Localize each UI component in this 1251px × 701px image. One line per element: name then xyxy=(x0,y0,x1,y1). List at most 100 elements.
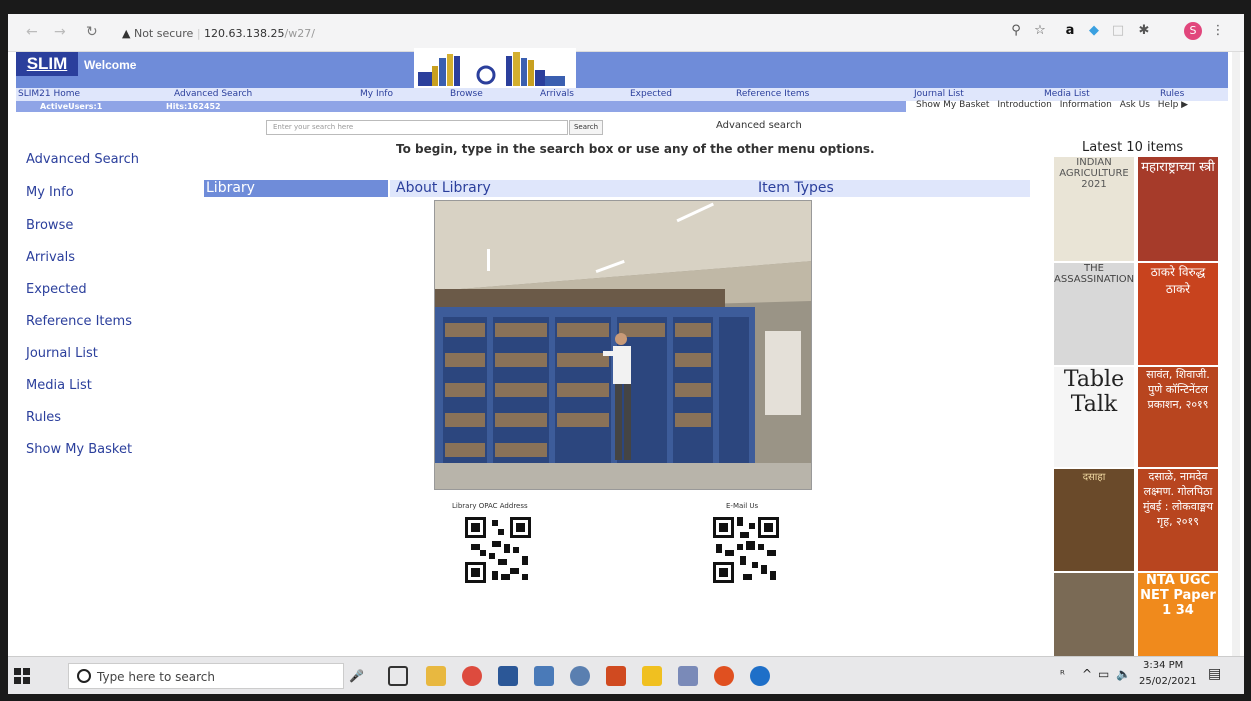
search-button[interactable]: Search xyxy=(569,120,603,135)
book-cover-6[interactable]: दसाहा xyxy=(1054,469,1134,571)
tab-library[interactable]: Library xyxy=(204,180,388,197)
windows-start-icon[interactable] xyxy=(12,666,32,686)
right-links: Show My Basket Introduction Information … xyxy=(916,100,1193,110)
clock-date[interactable]: 25/02/2021 xyxy=(1139,676,1197,687)
star-icon[interactable]: ☆ xyxy=(1032,23,1048,39)
top-menu-item[interactable]: SLIM21 Home xyxy=(18,88,80,101)
slim-header: SLIM Welcome xyxy=(16,48,1228,88)
latest-items-grid: INDIAN AGRICULTURE 2021 महाराष्ट्राच्या … xyxy=(1054,157,1218,657)
extension-shield-icon[interactable]: ◆ xyxy=(1086,23,1102,39)
link-information[interactable]: Information xyxy=(1060,100,1112,110)
left-menu-media-list[interactable]: Media List xyxy=(26,378,92,393)
book-cover-0[interactable]: INDIAN AGRICULTURE 2021 xyxy=(1054,157,1134,261)
extension-page-icon[interactable]: □ xyxy=(1110,23,1126,39)
email-qr-code[interactable] xyxy=(710,514,782,586)
browser-toolbar: ← → ↻ ▲ Not secure | 120.63.138.25/w27/ … xyxy=(8,14,1244,52)
left-menu-my-info[interactable]: My Info xyxy=(26,185,74,200)
sticky-notes-icon[interactable] xyxy=(642,666,662,686)
app-icon[interactable] xyxy=(678,666,698,686)
top-menu-item[interactable]: Expected xyxy=(630,88,672,101)
search-input[interactable]: Enter your search here xyxy=(266,120,568,135)
microphone-icon[interactable]: 🎤 xyxy=(349,669,364,683)
book-cover-8[interactable] xyxy=(1054,573,1134,657)
top-menu-item[interactable]: Browse xyxy=(450,88,483,101)
opac-qr-label: Library OPAC Address xyxy=(452,502,528,510)
book-cover-text: दसाहा xyxy=(1082,472,1106,483)
app-icon[interactable] xyxy=(570,666,590,686)
left-menu-show-basket[interactable]: Show My Basket xyxy=(26,442,132,457)
link-introduction[interactable]: Introduction xyxy=(997,100,1052,110)
books-banner-image xyxy=(414,48,576,88)
address-bar[interactable]: ▲ Not secure | 120.63.138.25/w27/ xyxy=(122,27,315,40)
book-cover-9[interactable]: NTA UGC NET Paper 1 34 xyxy=(1138,573,1218,657)
cortana-circle-icon xyxy=(77,669,91,683)
book-cover-text: सावंत, शिवाजी. पुणे कॉन्टिनेंटल प्रकाशन,… xyxy=(1146,368,1210,411)
task-view-icon[interactable] xyxy=(388,666,408,686)
tab-about-library[interactable]: About Library xyxy=(390,180,1030,197)
book-cover-text: महाराष्ट्राच्या स्त्री xyxy=(1141,160,1215,175)
page-scrollbar[interactable] xyxy=(1232,52,1240,656)
welcome-text: Welcome xyxy=(84,58,137,72)
left-menu-journal-list[interactable]: Journal List xyxy=(26,346,98,361)
link-ask-us[interactable]: Ask Us xyxy=(1120,100,1150,110)
book-cover-3[interactable]: ठाकरे विरुद्ध ठाकरे xyxy=(1138,263,1218,365)
slim-logo[interactable]: SLIM xyxy=(16,52,78,76)
extensions-puzzle-icon[interactable]: ✱ xyxy=(1136,23,1152,39)
warning-icon: ▲ xyxy=(122,27,131,40)
book-cover-text: INDIAN AGRICULTURE 2021 xyxy=(1059,157,1129,190)
left-menu-advanced-search[interactable]: Advanced Search xyxy=(26,152,139,167)
status-row: ActiveUsers:1 Hits:162452 xyxy=(16,101,906,112)
notifications-icon[interactable]: ▤ xyxy=(1208,666,1221,682)
url-host: 120.63.138.25 xyxy=(204,27,285,40)
top-menu-item[interactable]: My Info xyxy=(360,88,393,101)
app-icon[interactable] xyxy=(714,666,734,686)
left-menu-reference-items[interactable]: Reference Items xyxy=(26,314,132,329)
left-menu-rules[interactable]: Rules xyxy=(26,410,61,425)
left-menu-expected[interactable]: Expected xyxy=(26,282,87,297)
tab-item-types[interactable]: Item Types xyxy=(758,180,834,197)
forward-icon[interactable]: → xyxy=(54,24,66,40)
app-icon[interactable] xyxy=(534,666,554,686)
volume-icon[interactable]: 🔈 xyxy=(1116,667,1131,681)
menu-dots-icon[interactable]: ⋮ xyxy=(1210,23,1226,39)
security-label: Not secure xyxy=(133,27,194,40)
show-hidden-icons-icon[interactable]: ^ xyxy=(1082,667,1092,681)
book-cover-text: ठाकरे विरुद्ध ठाकरे xyxy=(1150,265,1206,296)
opac-qr-code[interactable] xyxy=(462,514,534,586)
book-cover-7[interactable]: दसाळे, नामदेव लक्ष्मण. गोलपिठा मुंबई : ल… xyxy=(1138,469,1218,571)
library-photo xyxy=(434,200,812,490)
windows-taskbar: Type here to search 🎤 ᴿ ^ ▭ 🔈 3:34 PM 25… xyxy=(8,656,1244,694)
file-explorer-icon[interactable] xyxy=(426,666,446,686)
url-path: /w27/ xyxy=(284,27,315,40)
link-help[interactable]: Help ▶ xyxy=(1158,100,1188,110)
book-cover-5[interactable]: सावंत, शिवाजी. पुणे कॉन्टिनेंटल प्रकाशन,… xyxy=(1138,367,1218,467)
clock-time[interactable]: 3:34 PM xyxy=(1143,660,1183,671)
advanced-search-link[interactable]: Advanced search xyxy=(716,120,802,131)
active-users-count: ActiveUsers:1 xyxy=(40,102,103,111)
powerpoint-icon[interactable] xyxy=(606,666,626,686)
book-cover-text: NTA UGC NET Paper 1 34 xyxy=(1140,573,1216,618)
link-show-basket[interactable]: Show My Basket xyxy=(916,100,989,110)
zoom-icon[interactable]: ⚲ xyxy=(1008,23,1024,39)
top-menu-item[interactable]: Advanced Search xyxy=(174,88,252,101)
left-menu-browse[interactable]: Browse xyxy=(26,218,73,233)
profile-avatar[interactable]: S xyxy=(1184,22,1202,40)
book-cover-2[interactable]: THE ASSASSINATION xyxy=(1054,263,1134,365)
book-cover-text: Table Talk xyxy=(1063,367,1125,417)
top-menu-item[interactable]: Arrivals xyxy=(540,88,574,101)
extension-a-icon[interactable]: a xyxy=(1062,23,1078,39)
hits-count: Hits:162452 xyxy=(166,102,221,111)
left-menu-arrivals[interactable]: Arrivals xyxy=(26,250,75,265)
internet-explorer-icon[interactable] xyxy=(750,666,770,686)
word-icon[interactable] xyxy=(498,666,518,686)
taskbar-search-text: Type here to search xyxy=(97,670,215,684)
chrome-icon[interactable] xyxy=(462,666,482,686)
reload-icon[interactable]: ↻ xyxy=(86,24,98,40)
network-icon[interactable]: ▭ xyxy=(1098,667,1109,681)
people-icon[interactable]: ᴿ xyxy=(1060,668,1065,681)
top-menu-item[interactable]: Reference Items xyxy=(736,88,809,101)
book-cover-4[interactable]: Table Talk xyxy=(1054,367,1134,467)
taskbar-search-box[interactable]: Type here to search 🎤 xyxy=(68,663,364,689)
book-cover-1[interactable]: महाराष्ट्राच्या स्त्री xyxy=(1138,157,1218,261)
back-icon[interactable]: ← xyxy=(26,24,38,40)
